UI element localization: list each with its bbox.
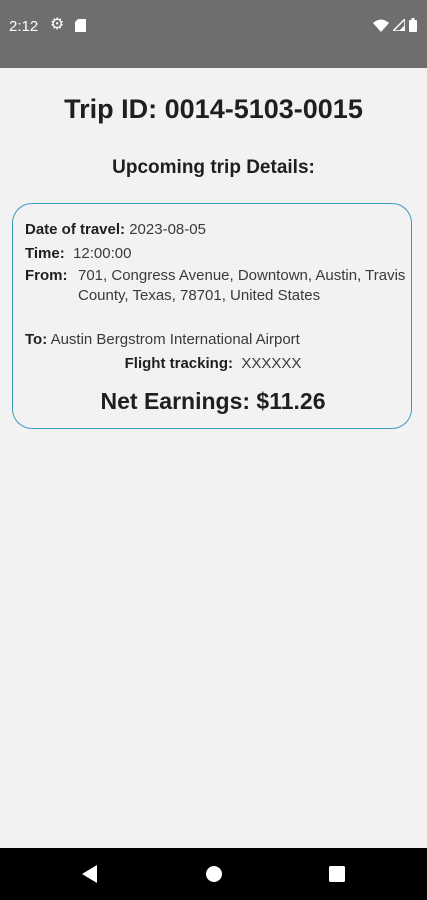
to-row: To: Austin Bergstrom International Airpo… (25, 330, 300, 350)
sd-card-icon (75, 19, 86, 32)
date-of-travel-value: 2023-08-05 (129, 221, 206, 238)
flight-tracking-row: Flight tracking: XXXXXX (13, 354, 413, 374)
recents-icon[interactable] (327, 864, 347, 884)
trip-id-heading: Trip ID: 0014-5103-0015 (64, 94, 363, 124)
navigation-bar (0, 848, 427, 900)
status-bar: 2:12 ⚙ (0, 0, 427, 68)
to-label: To: (25, 331, 48, 348)
upcoming-trip-title: Upcoming trip Details: (112, 157, 315, 178)
time-row: Time: 12:00:00 (25, 244, 131, 264)
signal-icon (393, 19, 405, 31)
gear-icon: ⚙ (50, 16, 65, 33)
home-icon[interactable] (204, 864, 224, 884)
status-icons (373, 18, 417, 32)
from-value: 701, Congress Avenue, Downtown, Austin, … (78, 267, 406, 304)
from-label: From: (25, 267, 68, 284)
wifi-icon (373, 19, 389, 32)
trip-details-card: Date of travel: 2023-08-05 Time: 12:00:0… (12, 203, 412, 429)
date-of-travel-row: Date of travel: 2023-08-05 (25, 220, 206, 240)
to-value: Austin Bergstrom International Airport (50, 331, 300, 348)
date-of-travel-label: Date of travel: (25, 221, 126, 238)
back-icon[interactable] (80, 864, 100, 884)
flight-tracking-label: Flight tracking: (124, 355, 233, 372)
status-time: 2:12 (9, 18, 39, 35)
net-earnings: Net Earnings: $11.26 (100, 388, 326, 414)
time-label: Time: (25, 245, 65, 262)
flight-tracking-value: XXXXXX (241, 355, 302, 372)
time-value: 12:00:00 (73, 245, 132, 262)
battery-icon (409, 18, 417, 32)
